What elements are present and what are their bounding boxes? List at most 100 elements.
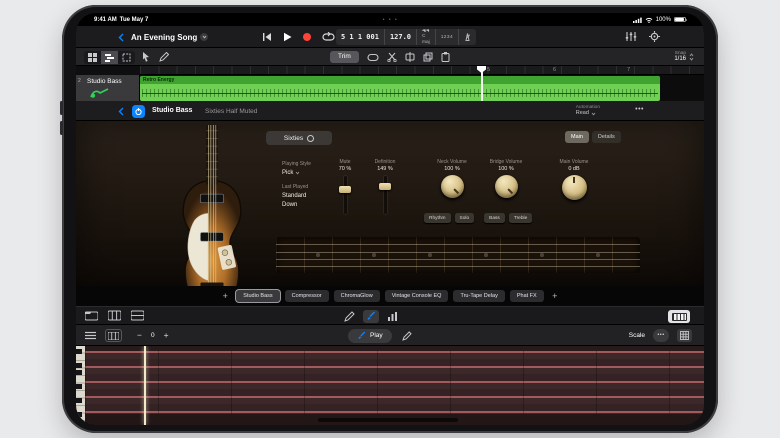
chain-compressor[interactable]: Compressor xyxy=(285,290,329,302)
play-button[interactable] xyxy=(282,32,292,42)
track-header[interactable]: 2 Studio Bass xyxy=(76,75,140,101)
toggle-solo[interactable]: Solo xyxy=(455,213,475,223)
performance-info: Playing Style Pick Last Played Standard … xyxy=(282,161,311,210)
playing-style-chevron-icon xyxy=(295,171,300,175)
time-ruler[interactable]: 5 6 7 xyxy=(140,66,704,75)
chain-tru-tape-delay[interactable]: Tru-Tape Delay xyxy=(453,290,504,302)
region-name: Retro Energy xyxy=(140,76,660,84)
mute-slider[interactable]: Mute 70 % xyxy=(328,159,362,214)
mixer-icon[interactable] xyxy=(625,31,637,42)
pencil-tool-icon[interactable] xyxy=(159,52,169,62)
join-tool-icon[interactable] xyxy=(405,52,415,62)
scale-button[interactable]: Scale xyxy=(629,332,645,339)
ruler-mark: 5 xyxy=(487,67,490,73)
definition-slider-handle[interactable] xyxy=(379,183,391,190)
pencil-edit-icon[interactable] xyxy=(344,311,355,322)
marquee-view-button[interactable] xyxy=(118,51,135,64)
editors-icon[interactable] xyxy=(131,310,144,321)
list-menu-icon[interactable] xyxy=(85,331,96,340)
plugin-track-name: Studio Bass xyxy=(152,107,192,114)
snap-chevrons-icon xyxy=(689,53,694,61)
toggle-bass[interactable]: Bass xyxy=(484,213,505,223)
fretboard-display[interactable] xyxy=(276,237,640,273)
chain-phat-fx[interactable]: Phat FX xyxy=(510,290,544,302)
track-lane[interactable]: Retro Energy xyxy=(140,75,704,101)
browser-icon[interactable] xyxy=(85,310,98,321)
play-surface-button[interactable]: Play xyxy=(348,329,392,343)
add-plugin-after-button[interactable]: + xyxy=(549,290,561,302)
midi-region[interactable]: Retro Energy xyxy=(140,76,660,101)
stepper-minus-button[interactable]: − xyxy=(137,331,142,340)
mute-slider-handle[interactable] xyxy=(339,186,351,193)
snap-value: 1/16 xyxy=(674,56,686,63)
back-chevron-icon[interactable] xyxy=(118,33,124,42)
battery-percent: 100% xyxy=(656,17,671,23)
cycle-button[interactable] xyxy=(322,32,335,42)
main-volume-knob[interactable] xyxy=(562,175,587,200)
horizontal-scrollbar[interactable] xyxy=(318,418,458,423)
onscreen-keyboard-toggle[interactable] xyxy=(668,310,690,323)
keyboard-view-button[interactable] xyxy=(105,329,122,342)
region-edit-tools: Trim xyxy=(330,51,450,64)
velocity-bars-icon[interactable] xyxy=(387,311,398,322)
tab-details[interactable]: Details xyxy=(592,131,621,143)
lcd-display[interactable]: 5 1 1 001 127.0 4/4 C maj 1234 xyxy=(336,29,476,45)
grid-view-button[interactable] xyxy=(84,51,101,64)
pianoroll-more-button[interactable]: ••• xyxy=(653,329,669,342)
toggle-treble[interactable]: Treble xyxy=(509,213,532,223)
plugin-more-button[interactable]: ••• xyxy=(635,106,644,113)
pointer-tool-icon[interactable] xyxy=(142,52,150,62)
chain-studio-bass[interactable]: Studio Bass xyxy=(236,290,279,302)
pianoroll-toolbar: − 0 + Play Scale ••• xyxy=(76,325,704,346)
settings-gear-icon[interactable] xyxy=(649,31,660,42)
last-played-label: Last Played xyxy=(282,184,311,192)
lcd-count-in: 1234 xyxy=(436,29,459,45)
preset-selector-button[interactable]: Sixties xyxy=(266,131,332,145)
chain-chromaglow[interactable]: ChromaGlow xyxy=(334,290,380,302)
metronome-icon[interactable] xyxy=(459,29,476,45)
track-number: 2 xyxy=(78,78,81,84)
lcd-tempo: 127.0 xyxy=(385,29,417,45)
split-scissors-icon[interactable] xyxy=(387,52,397,62)
snap-control[interactable]: Snap 1/16 xyxy=(674,51,694,63)
plugin-power-button[interactable] xyxy=(132,105,145,118)
song-menu-chevron-icon[interactable] xyxy=(200,33,208,41)
record-button[interactable] xyxy=(302,32,312,42)
playing-style-label: Playing Style xyxy=(282,161,311,169)
loop-tool-icon[interactable] xyxy=(367,53,379,62)
battery-icon xyxy=(674,17,686,23)
track-area: 5 6 7 2 Studio Bass Retro Energy xyxy=(76,66,704,101)
paste-tool-icon[interactable] xyxy=(441,52,450,62)
pianoroll-pencil-icon[interactable] xyxy=(402,331,412,341)
stepper-plus-button[interactable]: + xyxy=(164,331,169,340)
toggle-rhythm[interactable]: Rhythm xyxy=(424,213,451,223)
wifi-icon xyxy=(645,17,653,23)
bridge-volume-knob[interactable] xyxy=(495,175,518,198)
piano-keys-icon[interactable] xyxy=(108,310,121,321)
go-to-beginning-button[interactable] xyxy=(262,32,272,42)
add-plugin-before-button[interactable]: + xyxy=(219,290,231,302)
definition-slider-track[interactable] xyxy=(384,176,387,214)
tracks-view-button[interactable] xyxy=(101,51,118,64)
automation-control[interactable]: Automation Read xyxy=(576,105,600,117)
tab-editor-grid[interactable] xyxy=(76,346,704,425)
song-title[interactable]: An Evening Song xyxy=(131,33,208,42)
keyboard-strip[interactable] xyxy=(76,346,85,425)
playing-style-selector[interactable]: Pick xyxy=(282,169,311,178)
plugin-back-chevron-icon[interactable] xyxy=(118,107,124,116)
definition-slider[interactable]: Definition 149 % xyxy=(368,159,402,214)
grid-settings-button[interactable] xyxy=(677,329,692,342)
mute-slider-track[interactable] xyxy=(344,176,347,214)
bass-track-icon xyxy=(89,87,111,99)
brush-tool-button[interactable] xyxy=(363,310,379,323)
tab-main[interactable]: Main xyxy=(565,131,589,143)
view-mode-segment xyxy=(84,51,135,64)
copy-tool-icon[interactable] xyxy=(423,52,433,62)
studio-bass-instrument-panel: Sixties Main Details Playing Style Pick … xyxy=(76,121,704,286)
trim-button[interactable]: Trim xyxy=(330,51,359,63)
neck-volume-knob[interactable] xyxy=(441,175,464,198)
main-toolbar: An Evening Song 5 1 1 001 127.0 4/4 C ma… xyxy=(76,26,704,48)
string-lines[interactable] xyxy=(85,351,704,414)
editor-playhead[interactable] xyxy=(144,346,146,425)
chain-vintage-console-eq[interactable]: Vintage Console EQ xyxy=(385,290,449,302)
